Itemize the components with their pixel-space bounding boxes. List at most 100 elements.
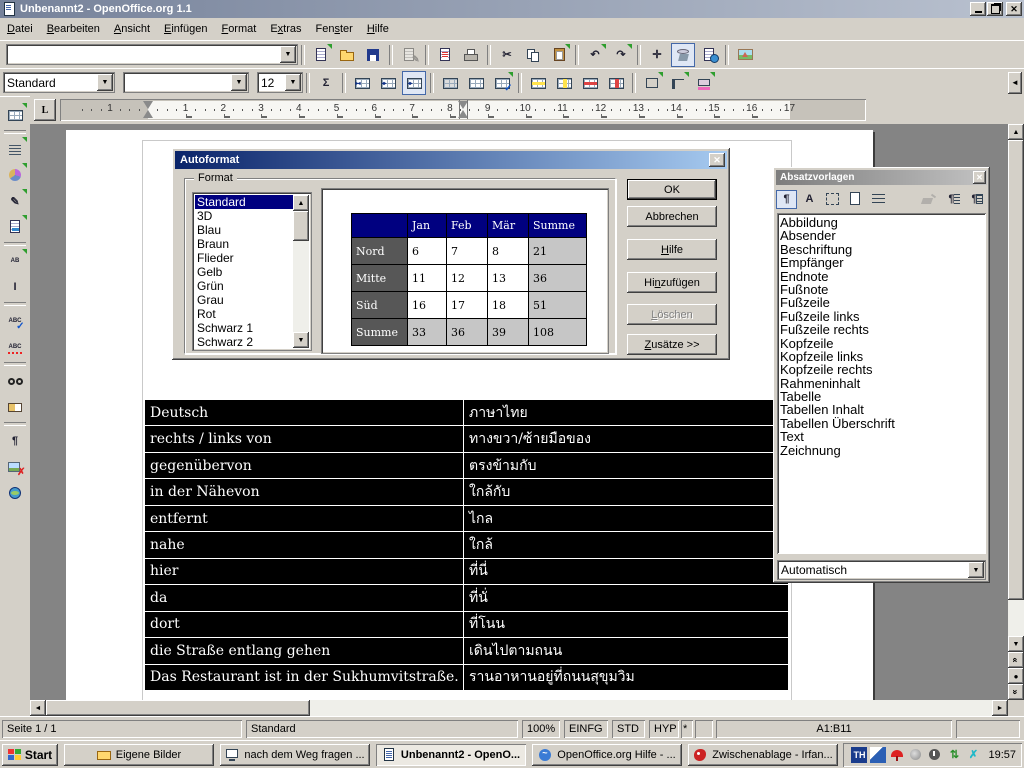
- frame-styles-button[interactable]: [822, 190, 843, 209]
- export-pdf-button[interactable]: [433, 43, 457, 67]
- doc-table-cell-thai[interactable]: ตรงข้ามกับ: [464, 453, 788, 478]
- style-list-item[interactable]: Empfänger: [780, 256, 986, 269]
- scroll-right-button[interactable]: ►: [992, 700, 1008, 716]
- doc-table-cell[interactable]: gegenübervon: [145, 453, 463, 478]
- horizontal-ruler[interactable]: 11234567891011121314151617: [60, 99, 866, 121]
- font-name-combo[interactable]: ▼: [123, 72, 249, 93]
- paragraph-style-input[interactable]: [4, 73, 97, 92]
- quickstarter-icon[interactable]: [870, 747, 886, 763]
- start-button[interactable]: Start: [2, 744, 58, 766]
- nonprinting-characters-button[interactable]: ¶: [2, 428, 28, 454]
- style-list-item[interactable]: Abbildung: [780, 216, 986, 229]
- delete-row-button[interactable]: [578, 71, 602, 95]
- style-list-item[interactable]: Beschriftung: [780, 243, 986, 256]
- doc-table-cell-thai[interactable]: ไกล: [464, 506, 788, 531]
- list-scroll-up-button[interactable]: ▲: [293, 195, 309, 211]
- sync-icon[interactable]: ⇅: [946, 747, 962, 763]
- insert-object-button[interactable]: [2, 162, 28, 188]
- style-list[interactable]: AbbildungAbsenderBeschriftungEmpfängerEn…: [777, 213, 986, 554]
- style-list-item[interactable]: Zeichnung: [780, 444, 986, 457]
- doc-table-cell[interactable]: Deutsch: [145, 400, 463, 425]
- data-sources-button[interactable]: [2, 394, 28, 420]
- minimize-button[interactable]: [970, 2, 986, 16]
- table-grid-button[interactable]: [464, 71, 488, 95]
- more-buttons-button[interactable]: ◄: [1008, 72, 1022, 94]
- find-button[interactable]: [2, 368, 28, 394]
- doc-table-cell[interactable]: entfernt: [145, 506, 463, 531]
- font-size-input[interactable]: [258, 73, 285, 92]
- stylist-title-bar[interactable]: Absatzvorlagen ✕: [776, 170, 987, 185]
- doc-table-cell[interactable]: hier: [145, 559, 463, 584]
- insert-column-button[interactable]: [552, 71, 576, 95]
- status-page[interactable]: Seite 1 / 1: [2, 720, 242, 738]
- update-style-button[interactable]: ¶: [964, 190, 985, 209]
- font-name-input[interactable]: [124, 73, 231, 92]
- open-button[interactable]: [335, 43, 359, 67]
- paragraph-style-combo[interactable]: ▼: [3, 72, 115, 93]
- tab-type-button[interactable]: L: [34, 99, 56, 121]
- menu-ansicht[interactable]: Ansicht: [107, 20, 157, 38]
- gallery-button[interactable]: [733, 43, 757, 67]
- numbering-styles-button[interactable]: [868, 190, 889, 209]
- style-list-item[interactable]: Tabellen Inhalt: [780, 403, 986, 416]
- format-list-item[interactable]: Grün: [195, 279, 293, 293]
- doc-table-cell[interactable]: in der Nähevon: [145, 479, 463, 504]
- more-button[interactable]: Zusätze >>: [627, 334, 717, 355]
- format-list-item[interactable]: Rot: [195, 307, 293, 321]
- clock[interactable]: 19:57: [988, 749, 1016, 761]
- doc-table-cell[interactable]: rechts / links von: [145, 426, 463, 451]
- navigator-button[interactable]: ✛: [645, 43, 669, 67]
- size-dropdown-button[interactable]: ▼: [285, 74, 301, 91]
- load-url-dropdown-button[interactable]: ▼: [280, 46, 296, 63]
- input-switcher-icon[interactable]: ✗: [965, 747, 981, 763]
- doc-table-cell-thai[interactable]: รานอาหานอยู่ที่ถนนสุขุมวิม: [464, 665, 788, 690]
- split-cells-button[interactable]: [376, 71, 400, 95]
- paragraph-styles-button[interactable]: ¶: [776, 190, 797, 209]
- scroll-up-button[interactable]: ▲: [1008, 124, 1024, 140]
- status-insert-mode[interactable]: EINFG: [564, 720, 608, 738]
- vertical-scrollbar[interactable]: ▲ ▼ « ● »: [1008, 124, 1024, 700]
- style-list-item[interactable]: Kopfzeile: [780, 337, 986, 350]
- format-list-item[interactable]: Blau: [195, 223, 293, 237]
- menu-fenster[interactable]: Fenster: [309, 20, 360, 38]
- help-button[interactable]: Hilfe: [627, 239, 717, 260]
- close-button[interactable]: ✕: [1006, 2, 1022, 16]
- paste-button[interactable]: [547, 43, 571, 67]
- scroll-down-button[interactable]: ▼: [1008, 636, 1024, 652]
- volume-icon[interactable]: [908, 747, 924, 763]
- character-styles-button[interactable]: A: [799, 190, 820, 209]
- task-zwischenablage[interactable]: Zwischenablage - Irfan...: [688, 744, 838, 766]
- table-borders-button[interactable]: [438, 71, 462, 95]
- horizontal-scroll-thumb[interactable]: [46, 700, 310, 716]
- insert-table-button[interactable]: [2, 102, 28, 128]
- stylist-button[interactable]: [671, 43, 695, 67]
- menu-bearbeiten[interactable]: Bearbeiten: [40, 20, 107, 38]
- doc-table-cell-thai[interactable]: ที่โนน: [464, 612, 788, 637]
- writer-app-icon[interactable]: [2, 2, 16, 16]
- doc-table-cell-thai[interactable]: ใกล้: [464, 532, 788, 557]
- copy-button[interactable]: [521, 43, 545, 67]
- stylist-close-button[interactable]: ✕: [973, 171, 986, 184]
- style-filter-combo[interactable]: ▼: [777, 560, 986, 580]
- sum-button[interactable]: Σ: [314, 71, 338, 95]
- dialog-close-button[interactable]: ✕: [709, 153, 725, 167]
- hyperlink-button[interactable]: [697, 43, 721, 67]
- keyboard-layout-indicator[interactable]: TH: [851, 747, 867, 763]
- previous-page-button[interactable]: «: [1008, 652, 1024, 668]
- style-list-item[interactable]: Fußzeile: [780, 296, 986, 309]
- antivirus-icon[interactable]: [889, 747, 905, 763]
- insert-fields-button[interactable]: [2, 136, 28, 162]
- page-styles-button[interactable]: [845, 190, 866, 209]
- style-list-item[interactable]: Absender: [780, 229, 986, 242]
- autotext-button[interactable]: AB: [2, 248, 28, 274]
- status-page-style[interactable]: Standard: [246, 720, 518, 738]
- style-list-item[interactable]: Fußnote: [780, 283, 986, 296]
- style-list-item[interactable]: Fußzeile rechts: [780, 323, 986, 336]
- style-list-item[interactable]: Endnote: [780, 270, 986, 283]
- split-vertical-button[interactable]: [402, 71, 426, 95]
- list-scrollbar[interactable]: ▲ ▼: [293, 195, 309, 348]
- doc-table-cell[interactable]: Das Restaurant ist in der Sukhumvitstraß…: [145, 665, 463, 690]
- menu-einfuegen[interactable]: Einfügen: [157, 20, 214, 38]
- style-list-item[interactable]: Text: [780, 430, 986, 443]
- new-document-button[interactable]: [309, 43, 333, 67]
